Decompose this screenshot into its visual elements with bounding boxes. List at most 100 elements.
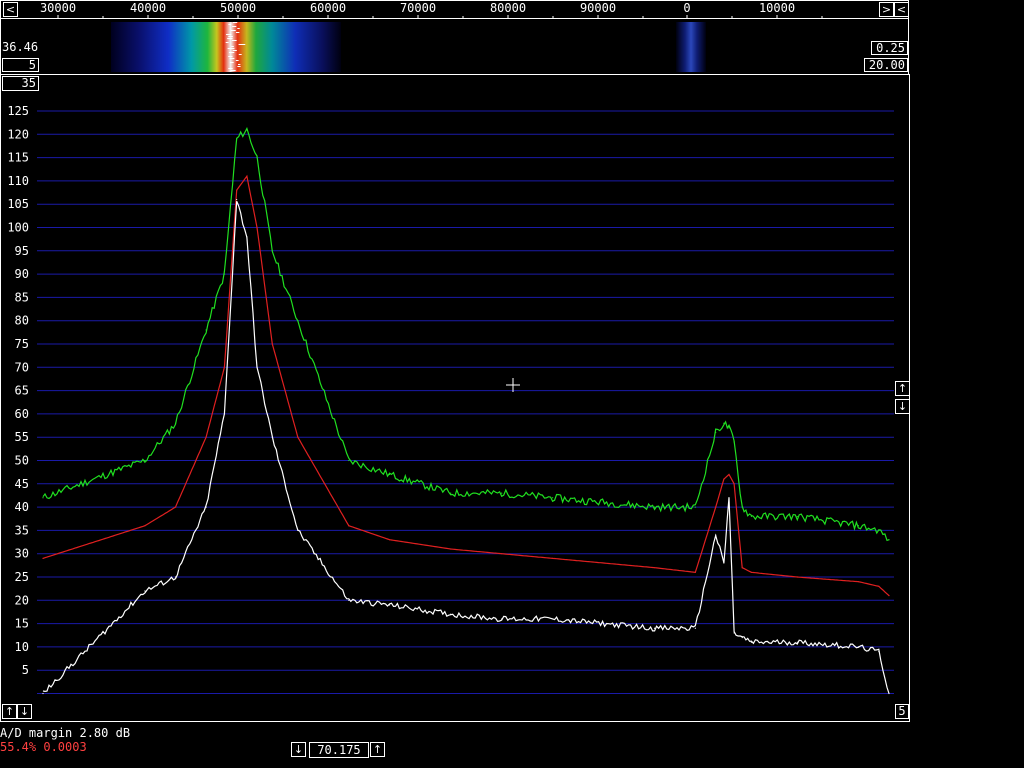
zoom-out-button[interactable]: < xyxy=(894,2,909,17)
white-trace-point xyxy=(246,236,248,238)
white-trace xyxy=(42,200,890,694)
step-down-button[interactable]: ↓ xyxy=(291,742,306,757)
y-tick-label: 15 xyxy=(15,617,29,631)
waterfall-gain-box[interactable]: 0.25 xyxy=(871,41,908,55)
red-trace-point xyxy=(741,567,743,569)
y-tick-label: 65 xyxy=(15,384,29,398)
white-trace-point xyxy=(653,627,656,629)
white-trace-point xyxy=(388,604,391,606)
zero-down-button[interactable]: ↓ xyxy=(17,704,32,719)
y-tick-label: 30 xyxy=(15,547,29,561)
y-tick-label: 95 xyxy=(15,244,29,258)
red-trace-point xyxy=(205,436,207,438)
green-trace-point xyxy=(223,273,226,275)
green-trace-point xyxy=(42,497,44,499)
green-trace-point xyxy=(694,506,696,508)
waterfall-speckle xyxy=(227,38,233,39)
green-trace-point xyxy=(728,427,730,429)
freq-tick-label: 90000 xyxy=(580,1,616,15)
green-trace-point xyxy=(144,459,146,462)
waterfall-display[interactable] xyxy=(1,18,908,74)
y-tick-label: 100 xyxy=(7,221,29,235)
waterfall-speckle xyxy=(232,22,238,23)
white-trace-point xyxy=(450,613,452,615)
y-tick-label: 50 xyxy=(15,454,29,468)
frequency-step-box[interactable]: 70.175 xyxy=(309,742,369,758)
spectrum-panel: 35 5 10 15 20 25 30 35 40 45 50 55 60 65 70 75 80 85 90 95… xyxy=(0,74,910,722)
waterfall-speckle xyxy=(235,60,239,61)
waterfall-speckle xyxy=(231,46,234,47)
red-trace-point xyxy=(271,343,273,345)
green-trace-point xyxy=(878,529,880,531)
y-tick-label: 60 xyxy=(15,407,29,421)
y-tick-label: 90 xyxy=(15,267,29,281)
y-tick-label: 10 xyxy=(15,640,29,654)
y-tick-label: 120 xyxy=(7,127,29,141)
red-trace-point xyxy=(42,557,44,559)
spectrum-plot[interactable]: 5 10 15 20 25 30 35 40 45 50 55 60 65 70 75 80 85 90 95 100… xyxy=(1,75,909,721)
waterfall-avg-box[interactable]: 5 xyxy=(2,58,39,72)
red-trace-point xyxy=(450,548,452,550)
green-trace-point xyxy=(297,320,299,322)
waterfall-speckle xyxy=(226,34,232,35)
step-up-button[interactable]: ↑ xyxy=(370,742,385,757)
green-trace-point xyxy=(271,250,273,252)
green-trace-point xyxy=(715,431,717,434)
red-trace-point xyxy=(796,576,798,578)
green-trace-point xyxy=(653,506,656,508)
white-trace-point xyxy=(236,198,238,201)
waterfall-second-signal xyxy=(676,22,706,72)
y-scale-up-button[interactable]: ↑ xyxy=(895,381,910,396)
waterfall-speckle xyxy=(228,24,231,25)
zero-up-button[interactable]: ↑ xyxy=(2,704,17,719)
red-trace-point xyxy=(750,571,752,573)
green-trace-point xyxy=(174,422,177,424)
waterfall-speckle xyxy=(228,52,235,53)
green-trace-point xyxy=(450,492,452,494)
red-trace-point xyxy=(256,226,258,229)
y-tick-label: 125 xyxy=(7,104,29,118)
freq-tick-label: 30000 xyxy=(40,1,76,15)
y-tick-label: 110 xyxy=(7,174,29,188)
scroll-right-button[interactable]: > xyxy=(879,2,894,17)
green-trace-point xyxy=(501,492,503,494)
waterfall-main-signal xyxy=(111,22,341,72)
y-scale-down-button[interactable]: ↓ xyxy=(895,399,910,414)
green-trace-point xyxy=(205,329,207,331)
white-trace-point xyxy=(715,534,717,536)
y-tick-label: 75 xyxy=(15,337,29,351)
red-trace-point xyxy=(723,478,725,480)
waterfall-speckle xyxy=(230,70,236,71)
y-tick-label: 70 xyxy=(15,360,29,374)
white-trace-point xyxy=(796,641,798,643)
waterfall-speckle xyxy=(232,50,237,51)
waterfall-speckle xyxy=(235,32,240,33)
red-trace-point xyxy=(223,366,226,368)
white-trace-point xyxy=(223,413,226,415)
white-trace-point xyxy=(42,692,44,695)
freq-tick-label: 0 xyxy=(683,1,690,15)
freq-tick-label: 70000 xyxy=(400,1,436,15)
red-trace-point xyxy=(236,189,238,191)
spectrum-range-box[interactable]: 5 xyxy=(895,704,909,719)
red-trace xyxy=(42,174,890,597)
red-trace-point xyxy=(857,581,860,583)
white-trace-point xyxy=(694,627,696,629)
y-tick-label: 80 xyxy=(15,314,29,328)
waterfall-speckle xyxy=(230,30,236,31)
ad-margin-readout: A/D margin 2.80 dB xyxy=(0,726,131,740)
waterfall-zero-box[interactable]: 20.00 xyxy=(864,58,908,72)
red-trace-point xyxy=(653,567,656,569)
y-tick-label: 115 xyxy=(7,151,29,165)
white-trace-point xyxy=(271,436,273,438)
white-trace-point xyxy=(878,650,880,653)
waterfall-speckle xyxy=(238,44,246,45)
white-trace-point xyxy=(888,692,890,695)
green-trace-point xyxy=(388,473,391,476)
white-trace-point xyxy=(723,562,725,564)
green-trace-point xyxy=(888,539,890,541)
white-trace-point xyxy=(256,366,258,368)
red-trace-point xyxy=(694,571,696,573)
waterfall-speckle xyxy=(237,28,240,29)
white-trace-point xyxy=(733,632,735,634)
